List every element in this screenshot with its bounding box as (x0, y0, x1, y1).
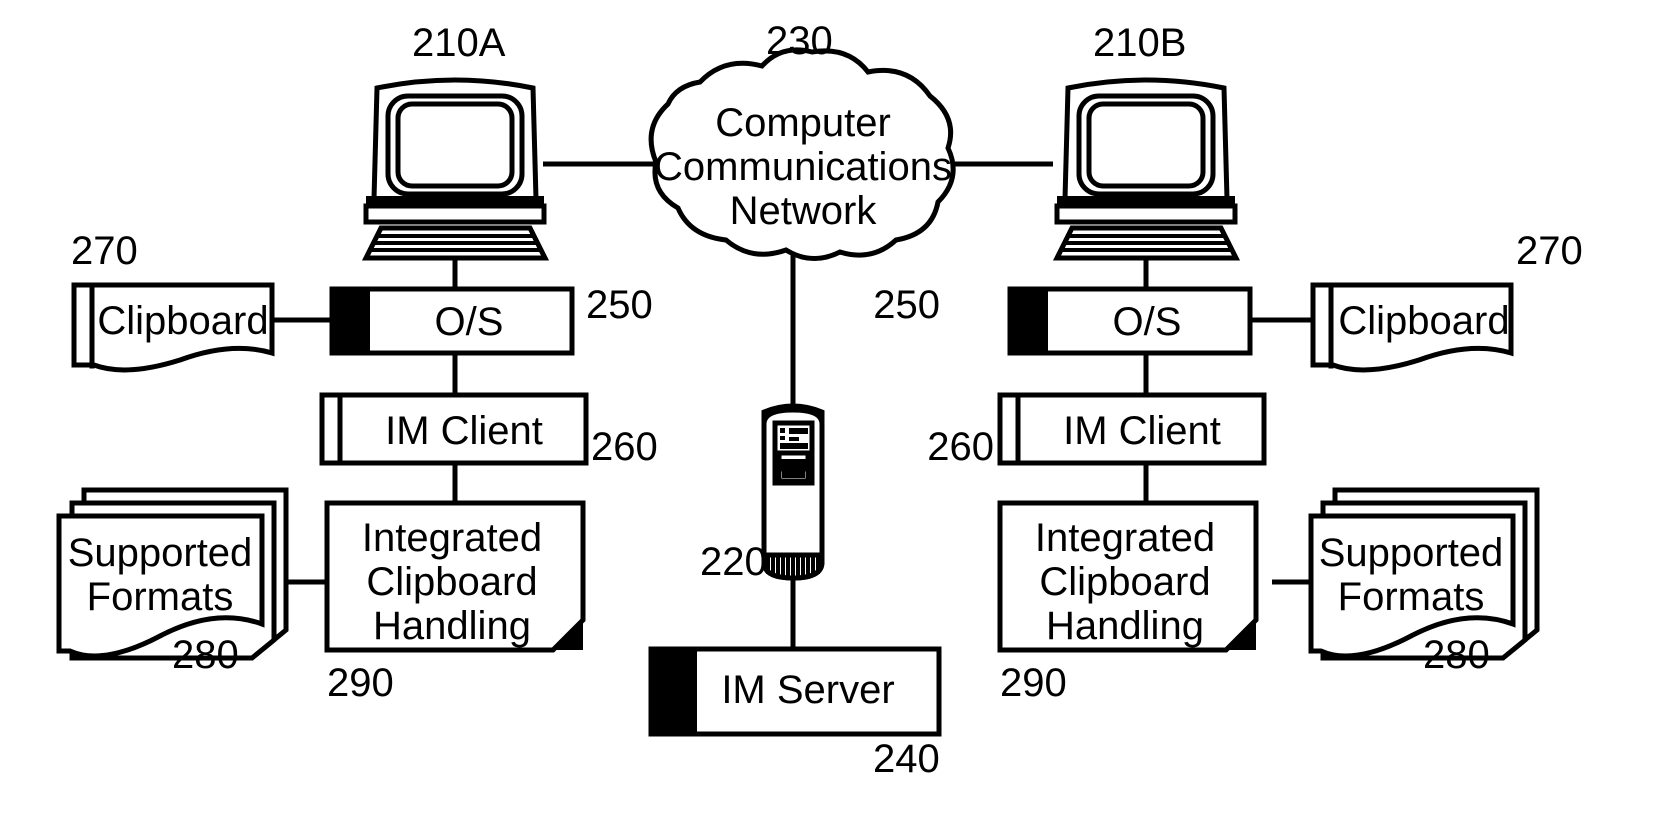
server-tower: 220 (700, 403, 825, 584)
os-right-label: O/S (1113, 300, 1182, 344)
im-client-right: IM Client 260 (927, 392, 1267, 469)
cloud-label-line3: Network (730, 189, 878, 233)
clipboard-right: Clipboard 270 (1310, 229, 1583, 373)
patent-figure: 210A Computer Communications Network 230 (0, 0, 1677, 835)
ref-260-left: 260 (591, 425, 658, 469)
ref-290-right: 290 (1000, 661, 1067, 705)
integrated-clipboard-left-line2: Clipboard (366, 560, 537, 604)
integrated-clipboard-right-line2: Clipboard (1039, 560, 1210, 604)
supported-formats-right-line2: Formats (1338, 575, 1485, 619)
ref-210A: 210A (412, 21, 506, 65)
im-server-node: IM Server 240 (648, 646, 942, 781)
cloud-label-line1: Computer (715, 101, 891, 145)
supported-formats-right: Supported Formats 280 (1308, 487, 1540, 677)
ref-240: 240 (873, 737, 940, 781)
os-left-label: O/S (435, 300, 504, 344)
supported-formats-left-line1: Supported (68, 531, 253, 575)
ref-270-right: 270 (1516, 229, 1583, 273)
network-cloud: Computer Communications Network 230 (648, 19, 956, 261)
workstation-left: 210A (361, 21, 550, 261)
im-client-left: IM Client 260 (319, 392, 658, 469)
integrated-clipboard-right-line3: Handling (1046, 604, 1204, 648)
integrated-clipboard-right: Integrated Clipboard Handling 290 (997, 500, 1259, 705)
ref-220: 220 (700, 540, 767, 584)
ref-230: 230 (766, 19, 833, 63)
im-client-right-label: IM Client (1063, 409, 1221, 453)
server-tower-icon (761, 403, 825, 581)
ref-210B: 210B (1093, 21, 1186, 65)
desktop-computer-icon (361, 77, 550, 261)
ref-250-right: 250 (873, 283, 940, 327)
ref-290-left: 290 (327, 661, 394, 705)
clipboard-left: Clipboard 270 (71, 229, 275, 373)
desktop-computer-icon (1052, 77, 1241, 261)
ref-280-right: 280 (1423, 633, 1490, 677)
supported-formats-left-line2: Formats (87, 575, 234, 619)
im-client-left-label: IM Client (385, 409, 543, 453)
integrated-clipboard-left-line3: Handling (373, 604, 531, 648)
ref-260-right: 260 (927, 425, 994, 469)
integrated-clipboard-right-line1: Integrated (1035, 516, 1215, 560)
workstation-right: 210B (1052, 21, 1241, 261)
integrated-clipboard-left: Integrated Clipboard Handling 290 (324, 500, 586, 705)
ref-250-left: 250 (586, 283, 653, 327)
integrated-clipboard-left-line1: Integrated (362, 516, 542, 560)
ref-270-left: 270 (71, 229, 138, 273)
cloud-label-line2: Communications (654, 145, 952, 189)
os-left: O/S 250 (329, 283, 653, 356)
supported-formats-left: Supported Formats 280 (56, 487, 289, 677)
clipboard-right-label: Clipboard (1338, 299, 1509, 343)
ref-280-left: 280 (172, 633, 239, 677)
supported-formats-right-line1: Supported (1319, 531, 1504, 575)
clipboard-left-label: Clipboard (97, 299, 268, 343)
os-right: O/S 250 (873, 283, 1253, 356)
im-server-label: IM Server (721, 668, 894, 712)
